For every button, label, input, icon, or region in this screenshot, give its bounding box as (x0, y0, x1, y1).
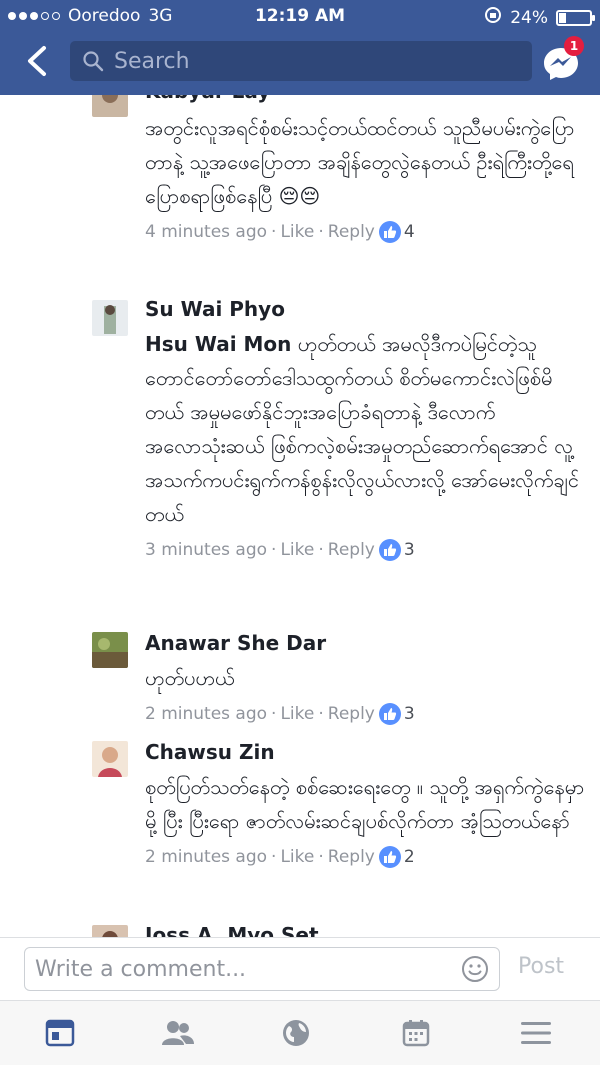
comment-text: စုတ်ပြတ်သတ်နေတဲ့ စစ်ဆေးရေးတွေ ။ သူတို့ အ… (145, 775, 585, 833)
avatar[interactable] (92, 300, 128, 336)
tab-menu[interactable] (516, 1015, 556, 1051)
comment-actions: 2 minutes ago · Like · Reply 3 (145, 703, 415, 725)
comment-time: 2 minutes ago (145, 847, 268, 867)
like-count[interactable]: 4 (378, 221, 415, 243)
like-count[interactable]: 2 (378, 846, 415, 868)
reply-link[interactable]: Reply (328, 704, 375, 724)
thumbs-up-icon (378, 703, 401, 725)
thumbs-up-icon (378, 221, 401, 243)
chevron-left-icon (28, 46, 46, 76)
tab-news-feed[interactable] (40, 1015, 80, 1051)
post-button[interactable]: Post (518, 954, 564, 979)
like-count-value: 3 (403, 540, 415, 560)
smiley-icon (462, 956, 488, 982)
comment-body: ဟုတ်တယ် အမလိုဒီကပဲမြင်တဲ့သူတောင်တော်တော်… (145, 332, 579, 526)
avatar-image (92, 632, 128, 668)
comment-author[interactable]: Kabyar Lay (145, 95, 585, 105)
tab-friends[interactable] (158, 1015, 198, 1051)
reply-link[interactable]: Reply (328, 540, 375, 560)
messenger-badge: 1 (564, 36, 584, 56)
thumbs-up-icon (378, 846, 401, 868)
reply-link[interactable]: Reply (328, 222, 375, 242)
like-count-value: 4 (403, 222, 415, 242)
battery-fill (559, 12, 567, 23)
status-right: 24% (484, 6, 595, 29)
search-icon (83, 51, 104, 72)
comment: Anawar She Dar ဟုတ်ပဟယ် 2 minutes ago · L… (145, 629, 585, 725)
comment-author[interactable]: Anawar She Dar (145, 629, 585, 657)
like-count-value: 3 (403, 704, 415, 724)
avatar[interactable] (92, 95, 128, 117)
thumbs-up-icon (378, 539, 401, 561)
avatar-image (92, 741, 128, 777)
avatar-image (92, 95, 128, 117)
calendar-icon (402, 1020, 430, 1047)
like-count-value: 2 (403, 847, 415, 867)
back-button[interactable] (22, 44, 54, 78)
tab-notifications[interactable] (276, 1015, 316, 1051)
comment-actions: 2 minutes ago · Like · Reply 2 (145, 846, 415, 868)
like-count[interactable]: 3 (378, 703, 415, 725)
reply-link[interactable]: Reply (328, 847, 375, 867)
comment-input[interactable] (35, 956, 445, 982)
like-link[interactable]: Like (280, 847, 314, 867)
top-bar: Ooredoo 3G 12:19 AM 24% 1 (0, 0, 600, 95)
comment-author[interactable]: Su Wai Phyo (145, 295, 585, 323)
globe-icon (283, 1020, 309, 1046)
like-link[interactable]: Like (280, 704, 314, 724)
comment: Kabyar Lay အတွင်းလူအရင်စုံစမ်းသင့်တယ်ထင်… (145, 95, 585, 243)
comment-text: ဟုတ်ပဟယ် (145, 666, 235, 690)
friends-icon (162, 1021, 194, 1045)
tab-events[interactable] (396, 1015, 436, 1051)
comment-author[interactable]: Joss A. Myo Set (145, 921, 585, 937)
news-feed-icon (45, 1019, 75, 1047)
comment-time: 2 minutes ago (145, 704, 268, 724)
search-bar[interactable] (70, 41, 532, 81)
comment-text: Hsu Wai Mon ဟုတ်တယ် အမလိုဒီကပဲမြင်တဲ့သူတ… (145, 327, 585, 531)
emoji-button[interactable] (461, 955, 489, 983)
hamburger-menu-icon (521, 1022, 551, 1044)
status-bar: Ooredoo 3G 12:19 AM 24% (0, 0, 600, 32)
avatar[interactable] (92, 925, 128, 937)
comment: Chawsu Zin စုတ်ပြတ်သတ်နေတဲ့ စစ်ဆေးရေးတွေ… (145, 738, 585, 868)
comment-time: 4 minutes ago (145, 222, 268, 242)
comment-actions: 4 minutes ago · Like · Reply 4 (145, 221, 415, 243)
like-link[interactable]: Like (280, 540, 314, 560)
comment-time: 3 minutes ago (145, 540, 268, 560)
avatar[interactable] (92, 741, 128, 777)
comment-text: အတွင်းလူအရင်စုံစမ်းသင့်တယ်ထင်တယ် သူညီမပမ… (145, 116, 575, 208)
avatar-image (92, 300, 128, 336)
comment: Su Wai Phyo Hsu Wai Mon ဟုတ်တယ် အမလိုဒီက… (145, 295, 585, 561)
avatar-image (92, 925, 128, 937)
divider (0, 937, 600, 938)
avatar[interactable] (92, 632, 128, 668)
battery-percent: 24% (510, 7, 548, 28)
tab-bar (0, 1000, 600, 1065)
search-input[interactable] (114, 48, 504, 74)
comment-list: Kabyar Lay အတွင်းလူအရင်စုံစမ်းသင့်တယ်ထင်… (0, 95, 600, 937)
battery-icon (556, 9, 595, 26)
comment-author[interactable]: Chawsu Zin (145, 738, 585, 766)
tagged-user[interactable]: Hsu Wai Mon (145, 332, 291, 356)
comment-composer[interactable] (24, 947, 500, 991)
rotation-lock-icon (484, 6, 502, 29)
comment: Joss A. Myo Set (145, 921, 585, 937)
like-link[interactable]: Like (280, 222, 314, 242)
nav-bar: 1 (0, 32, 600, 90)
like-count[interactable]: 3 (378, 539, 415, 561)
comment-actions: 3 minutes ago · Like · Reply 3 (145, 539, 415, 561)
